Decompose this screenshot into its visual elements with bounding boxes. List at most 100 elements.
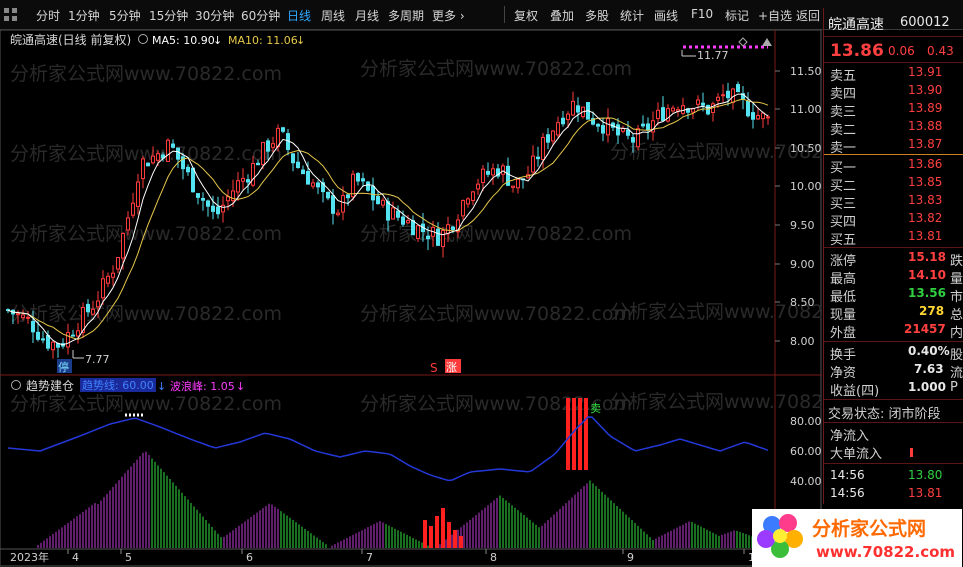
limit-up-value: 15.18 (908, 250, 946, 264)
diamond-icon[interactable] (738, 37, 748, 47)
stat-label: 最高 (830, 272, 857, 287)
stop-tag: 停 (58, 360, 69, 374)
adjust-button[interactable]: 复权 (514, 7, 538, 24)
candle-body (396, 210, 400, 218)
tab-more[interactable]: 更多 › (432, 7, 465, 24)
back-button[interactable]: 返回 (796, 7, 820, 24)
low-value: 13.56 (908, 286, 946, 300)
grid-icon[interactable] (4, 8, 26, 22)
signal-bar (423, 520, 427, 548)
candle-body (371, 185, 375, 201)
tab-monthly[interactable]: 月线 (355, 7, 379, 24)
toolbar-divider (504, 6, 505, 23)
stat-tail: 股 (950, 348, 963, 363)
tab-30min[interactable]: 30分钟 (195, 7, 234, 24)
candle-body (701, 102, 705, 106)
candle-body (661, 107, 665, 121)
tab-fenshi[interactable]: 分时 (36, 7, 60, 24)
candle-body (46, 334, 50, 349)
candle-body (336, 212, 340, 216)
stat-tail: 流 (950, 366, 963, 381)
candle-body (401, 216, 405, 225)
draw-line-button[interactable]: 画线 (654, 7, 678, 24)
candle-body (476, 183, 480, 190)
candle-body (646, 123, 650, 131)
candle-body (356, 173, 360, 182)
tab-daily[interactable]: 日线 (287, 7, 311, 24)
ask-price[interactable]: 13.90 (908, 83, 942, 97)
candle-body (186, 166, 190, 173)
candle-body (466, 198, 470, 205)
statistics-button[interactable]: 统计 (620, 7, 644, 24)
bid-price[interactable]: 13.86 (908, 157, 942, 171)
ask-price[interactable]: 13.88 (908, 119, 942, 133)
turnover-value: 0.40% (908, 344, 950, 358)
tab-1min[interactable]: 1分钟 (68, 7, 100, 24)
ask-price[interactable]: 13.89 (908, 101, 942, 115)
candle-body (241, 177, 245, 182)
candle-body (411, 220, 415, 236)
divider (824, 247, 963, 248)
add-watchlist-button[interactable]: +自选 (758, 7, 792, 24)
eps-value: 1.000 (908, 380, 946, 394)
candle-body (626, 129, 630, 136)
candle-body (616, 124, 620, 136)
watermark: 分析家公式网www.70822.com (360, 223, 632, 245)
tab-5min[interactable]: 5分钟 (109, 7, 141, 24)
time-tick: 6 (246, 551, 253, 564)
ask-price[interactable]: 13.87 (908, 137, 942, 151)
candle-body (201, 198, 205, 201)
ask-label: 卖四 (830, 87, 857, 102)
tab-60min[interactable]: 60分钟 (241, 7, 280, 24)
rise-tag: 涨 (446, 361, 457, 374)
time-tick-marks (67, 549, 745, 554)
stat-tail: P (950, 380, 958, 395)
candle-body (426, 235, 430, 240)
indicator-settings-icon[interactable] (11, 380, 21, 390)
candle-body (361, 178, 365, 182)
triangle-up-icon[interactable] (762, 38, 772, 46)
signal-bar (435, 516, 439, 548)
bid-price[interactable]: 13.82 (908, 211, 942, 225)
time-tick: 4 (72, 551, 79, 564)
stat-label: 最低 (830, 290, 857, 305)
price-tick: 10.50 (790, 142, 822, 155)
overlay-button[interactable]: 叠加 (550, 7, 574, 24)
signal-bar (566, 398, 570, 470)
f10-button[interactable]: F10 (691, 7, 713, 21)
candle-body (316, 182, 320, 188)
mark-button[interactable]: 标记 (725, 7, 749, 24)
bid-price[interactable]: 13.81 (908, 229, 942, 243)
bid-price[interactable]: 13.85 (908, 175, 942, 189)
stat-label: 收益(四) (830, 384, 880, 399)
candle-body (331, 195, 335, 214)
ma10-label: MA10: 11.06 (228, 34, 298, 47)
candle-body (196, 193, 200, 198)
stat-label: 外盘 (830, 326, 857, 341)
candle-body (501, 165, 505, 175)
outer-value: 21457 (904, 322, 946, 336)
watermark: 分析家公式网www.70822.com (360, 58, 632, 80)
oscillator-bars (37, 451, 771, 548)
bid-price[interactable]: 13.83 (908, 193, 942, 207)
tab-multi-period[interactable]: 多周期 (388, 7, 424, 24)
candle-body (251, 163, 255, 186)
multi-stock-button[interactable]: 多股 (585, 7, 609, 24)
settings-icon[interactable] (138, 34, 148, 44)
candle-body (596, 123, 600, 127)
tab-15min[interactable]: 15分钟 (149, 7, 188, 24)
tick-price: 13.81 (908, 486, 943, 500)
candle-body (271, 143, 275, 148)
indicator-tick: 60.00 (790, 445, 822, 458)
kline-chart[interactable]: 分析家公式网www.70822.com 分析家公式网www.70822.com … (0, 30, 822, 567)
ask-price[interactable]: 13.91 (908, 65, 942, 79)
candle-body (311, 182, 315, 187)
candle-body (531, 155, 535, 173)
candle-body (571, 100, 575, 116)
tab-weekly[interactable]: 周线 (321, 7, 345, 24)
candle-body (236, 180, 240, 193)
wave-peak-label: 波浪峰: 1.05 (170, 379, 235, 393)
high-value: 14.10 (908, 268, 946, 282)
candle-body (26, 316, 30, 319)
bid-label: 买一 (830, 161, 857, 176)
